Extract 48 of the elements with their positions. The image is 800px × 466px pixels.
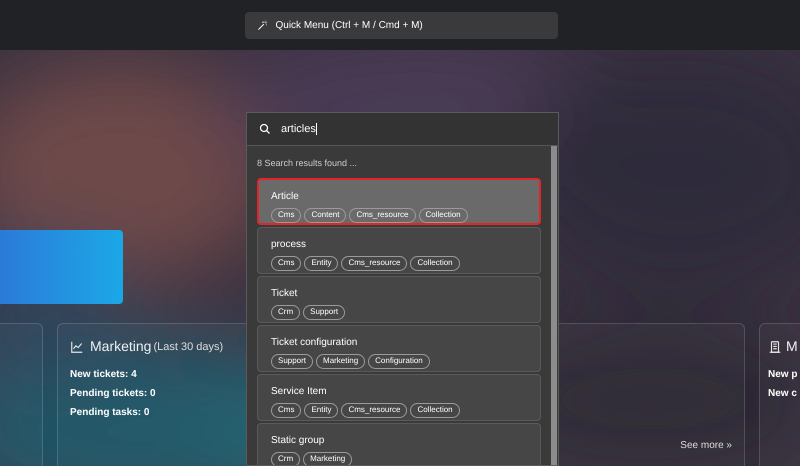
result-title: process <box>271 238 308 252</box>
result-tag: Cms_resource <box>341 402 408 418</box>
result-tag: Cms <box>271 256 302 270</box>
result-tag: Configuration <box>368 354 430 368</box>
trend-chart-icon <box>70 340 84 354</box>
result-tag: Entity <box>304 256 338 270</box>
search-result[interactable]: Static group Crm Marketing <box>257 422 541 465</box>
result-tag: Collection <box>418 208 468 222</box>
scrollbar[interactable] <box>551 146 557 465</box>
result-tag: Entity <box>304 402 338 418</box>
stat-line: New tickets: 4 <box>70 368 137 382</box>
result-count: 8 Search results found ... <box>257 157 358 170</box>
result-title: Ticket configuration <box>271 336 358 350</box>
result-tag: Cms_resource <box>349 208 416 222</box>
result-title: Static group <box>271 434 326 448</box>
result-tag: Crm <box>271 304 300 320</box>
quick-menu-button[interactable]: Quick Menu (Ctrl + M / Cmd + M) <box>244 12 558 38</box>
search-result[interactable]: Ticket configuration Support Marketing Configuration <box>257 324 541 372</box>
card-title: M <box>786 337 798 356</box>
search-field[interactable]: articles <box>247 113 558 146</box>
search-result[interactable]: Ticket Crm Support <box>257 276 541 322</box>
result-tag: Cms_resource <box>341 256 408 270</box>
result-tag: Cms <box>271 208 302 222</box>
search-result[interactable]: Article Cms Content Cms_resource Collection <box>257 178 541 224</box>
stat-line: New p <box>768 368 798 382</box>
result-title: Service Item <box>271 384 328 398</box>
result-title: Ticket <box>271 286 298 300</box>
result-tag: Support <box>303 304 346 320</box>
building-icon <box>768 340 782 354</box>
stat-line: Pending tickets: 0 <box>70 387 156 401</box>
see-more-link[interactable]: See more » <box>680 438 732 453</box>
result-tag: Support <box>271 354 314 368</box>
result-tag: Cms <box>271 402 302 418</box>
result-tag: Content <box>304 208 346 222</box>
result-tag: Crm <box>271 452 300 465</box>
result-title: Article <box>271 190 300 204</box>
stat-line: Pending tasks: 0 <box>70 406 150 420</box>
stat-line: New c <box>768 387 797 401</box>
result-tag: Marketing <box>303 452 352 465</box>
result-tag: Collection <box>410 402 460 418</box>
search-result[interactable]: Service Item Cms Entity Cms_resource Collection <box>257 374 541 420</box>
card-subtitle: (Last 30 days) <box>153 340 224 356</box>
search-icon <box>259 123 271 135</box>
search-result[interactable]: process Cms Entity Cms_resource Collection <box>257 226 541 274</box>
magic-wand-icon <box>256 20 268 30</box>
result-tag: Marketing <box>316 354 366 368</box>
card-title: Marketing <box>90 337 152 356</box>
result-tag: Collection <box>410 256 460 270</box>
